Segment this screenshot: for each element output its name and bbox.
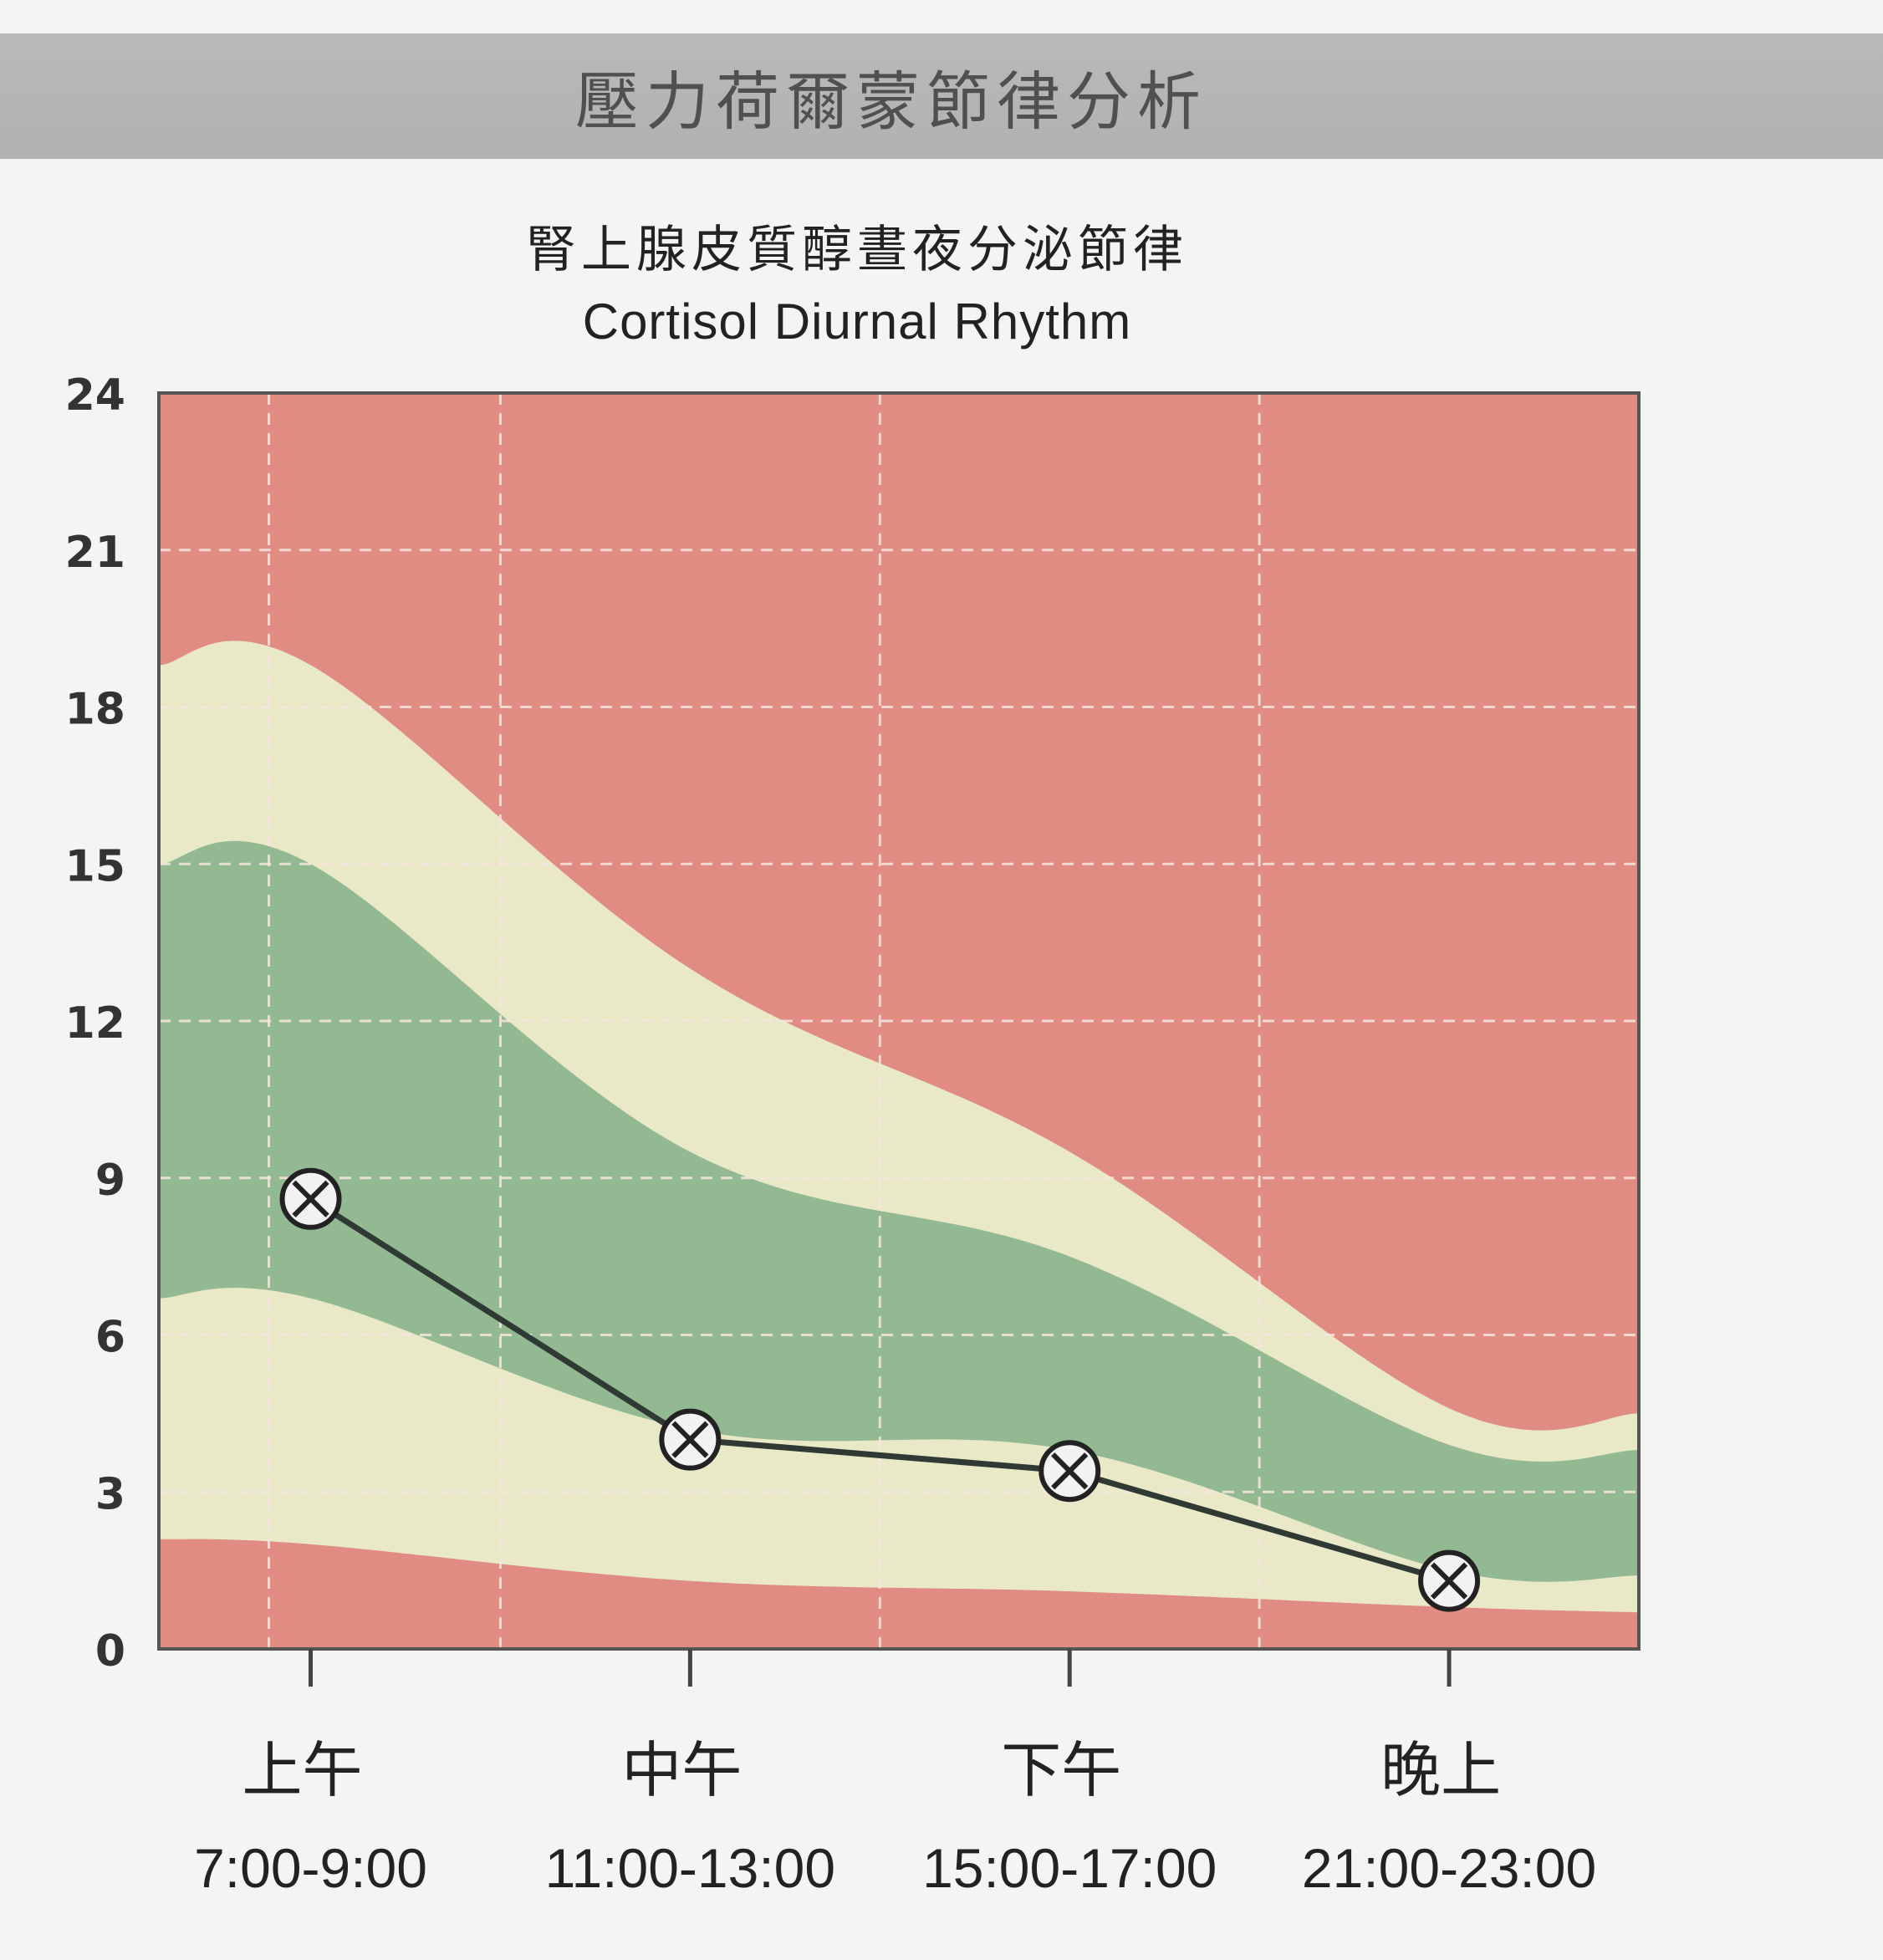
y-tick-label: 12 bbox=[65, 998, 125, 1049]
x-tick-sublabel: 11:00-13:00 bbox=[545, 1837, 835, 1899]
x-tick-sublabel: 7:00-9:00 bbox=[194, 1837, 427, 1899]
y-tick-label: 15 bbox=[65, 841, 125, 891]
y-tick-label: 18 bbox=[65, 685, 125, 735]
y-tick-label: 3 bbox=[95, 1469, 125, 1519]
page: 壓力荷爾蒙節律分析 腎上腺皮質醇晝夜分泌節律 Cortisol Diurnal … bbox=[0, 0, 1883, 1960]
x-tick-label: 下午 bbox=[1001, 1735, 1121, 1805]
y-tick-label: 9 bbox=[95, 1156, 125, 1206]
y-tick-label: 6 bbox=[95, 1313, 125, 1363]
x-tick-sublabel: 21:00-23:00 bbox=[1302, 1837, 1596, 1899]
x-tick-sublabel: 15:00-17:00 bbox=[922, 1837, 1217, 1899]
y-tick-label: 0 bbox=[95, 1626, 125, 1677]
x-tick-label: 上午 bbox=[242, 1735, 363, 1805]
y-tick-label: 21 bbox=[65, 528, 125, 578]
x-tick-label: 晚上 bbox=[1380, 1735, 1501, 1805]
x-tick-label: 中午 bbox=[621, 1735, 742, 1805]
cortisol-chart: 0 3 6 9 12 15 18 21 24 上午 7:00-9:00 中午 11:00-13:00 下午… bbox=[65, 370, 1641, 1899]
y-tick-label: 24 bbox=[65, 370, 125, 421]
